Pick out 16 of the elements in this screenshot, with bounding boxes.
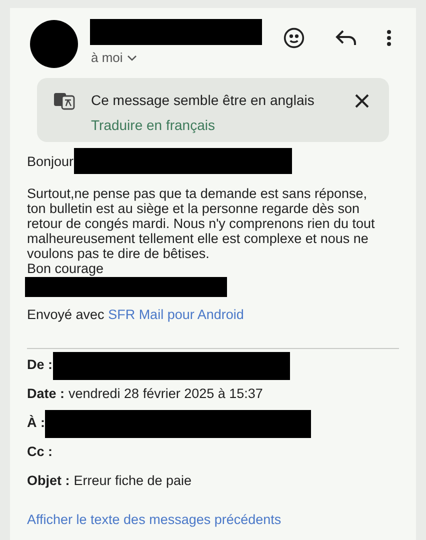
show-previous-link[interactable]: Afficher le texte des messages précédents — [27, 510, 282, 530]
greeting: Bonjour — [27, 154, 74, 168]
sfr-mail-link[interactable]: SFR Mail pour Android — [108, 307, 244, 322]
closing: Bon courage — [27, 261, 105, 276]
header-label: Cc : — [27, 443, 53, 462]
recipient-dropdown[interactable]: à moi — [91, 48, 262, 68]
header-label: Date : — [27, 385, 65, 404]
header-label: Objet : — [27, 472, 70, 490]
header-label: À : — [27, 414, 45, 432]
signature-text: Envoyé avec — [27, 307, 106, 322]
header-value: Erreur fiche de paie — [74, 472, 192, 490]
header-label: De : — [27, 356, 53, 374]
message-paragraph: Surtout,ne pense pas que ta demande est sans réponse, ton bulletin est au siège et la personne regarde dès son retour de congés mardi. Nous n'y comprenons rien du tout malheureusement tellement elle est complexe et nous ne voulons pas te dire de bêtises. — [27, 186, 376, 261]
banner-message: Ce message semble être en anglais — [91, 91, 314, 110]
header-value: vendredi 28 février 2025 à 15:37 — [68, 385, 263, 404]
translate-link[interactable]: Traduire en français — [91, 115, 314, 136]
